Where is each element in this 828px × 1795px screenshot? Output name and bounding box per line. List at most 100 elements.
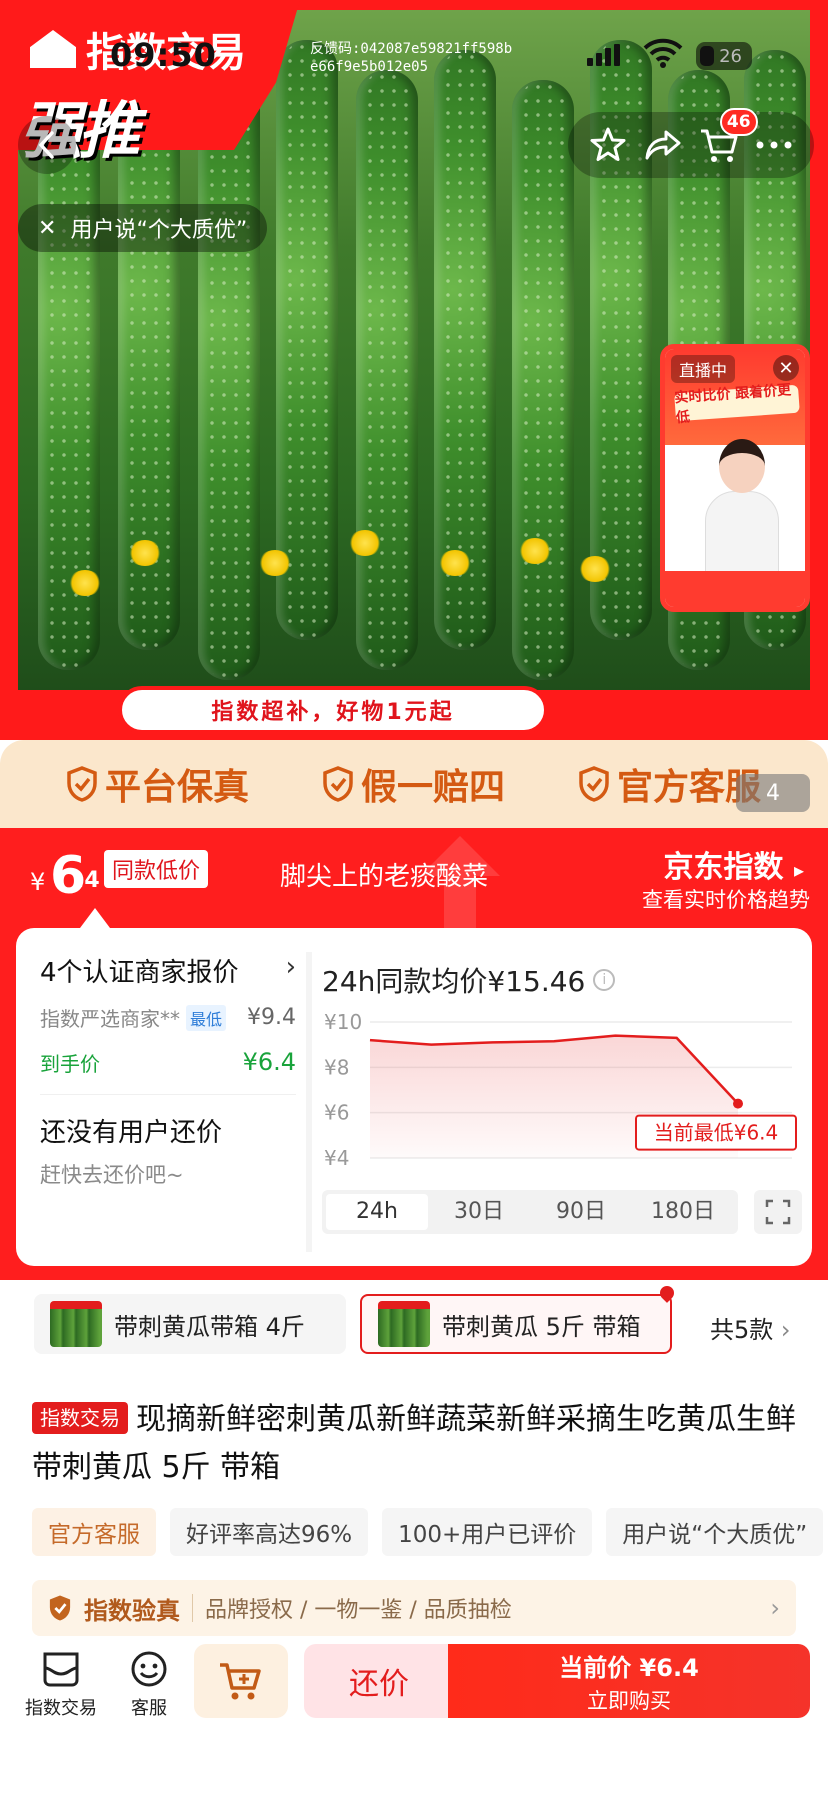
buy-now-button[interactable]: 当前价 ¥6.4 立即购买 — [448, 1644, 810, 1718]
range-tab-24h[interactable]: 24h — [326, 1194, 428, 1230]
jd-index-subtitle[interactable]: 查看实时价格趋势 — [642, 884, 810, 914]
shield-check-icon — [67, 766, 97, 802]
sku-thumbnail — [378, 1301, 430, 1347]
sku-label: 带刺黄瓜带箱 4斤 — [114, 1312, 305, 1341]
brand-tag: 指数交易 — [32, 1402, 128, 1434]
tag-positive-rate[interactable]: 好评率高达96% — [170, 1508, 369, 1556]
back-button[interactable] — [18, 116, 76, 174]
sku-selector: 带刺黄瓜带箱 4斤 带刺黄瓜 5斤 带箱 共5款 › — [0, 1280, 828, 1366]
product-page: 指数超补，好物1元起 指数交易 强推 09:50 反馈码:042087e5982… — [0, 0, 828, 1795]
sku-thumbnail — [50, 1301, 102, 1347]
product-title: 指数交易 现摘新鲜密刺黄瓜新鲜蔬菜新鲜采摘生吃黄瓜生鲜 带刺黄瓜 5斤 带箱 — [32, 1396, 812, 1492]
battery-level: 26 — [719, 45, 742, 67]
smiley-chat-icon — [131, 1651, 167, 1687]
shield-check-icon — [579, 766, 609, 802]
sku-label: 带刺黄瓜 5斤 带箱 — [442, 1312, 641, 1341]
chevron-right-icon: › — [780, 1316, 791, 1344]
price-band-product: 脚尖上的老痰酸菜 — [280, 862, 489, 892]
price-point — [733, 1098, 743, 1109]
seller-row: 指数严选商家** 最低 ¥9.4 — [40, 1003, 296, 1032]
close-icon[interactable]: ✕ — [38, 216, 56, 241]
user-tip-text: 用户说“个大质优” — [70, 218, 248, 243]
chevron-left-icon — [38, 131, 54, 159]
seller-price: ¥9.4 — [247, 1005, 296, 1030]
shop-button[interactable]: 指数交易 — [16, 1650, 106, 1720]
live-badge: 直播中 — [671, 355, 736, 383]
y-tick-label: ¥8 — [324, 1055, 349, 1079]
cart-button[interactable]: 46 — [698, 108, 758, 166]
price-trend-chart: ¥10 ¥8 ¥6 ¥4 当前最低¥6.4 — [324, 1010, 797, 1170]
chart-title-text: 24h同款均价¥15.46 — [322, 965, 586, 998]
more-dots-icon — [756, 141, 792, 149]
haggle-box[interactable]: 还没有用户还价 赶快去还价吧~ — [40, 1112, 296, 1189]
guarantee-band: 平台保真 假一赔四 官方客服 — [0, 740, 828, 828]
image-page-indicator: 4 — [736, 774, 810, 812]
authenticity-bar[interactable]: 指数验真 品牌授权 / 一物一鉴 / 品质抽检 › — [32, 1580, 796, 1636]
add-to-cart-button[interactable] — [194, 1644, 288, 1718]
haggle-button[interactable]: 还价 — [304, 1644, 454, 1718]
price-card-wrap: 4个认证商家报价 › 指数严选商家** 最低 ¥9.4 到手价 ¥6.4 还没有用… — [0, 908, 828, 1280]
y-tick-label: ¥6 — [324, 1101, 349, 1125]
buy-price: 当前价 ¥6.4 — [559, 1653, 699, 1682]
sku-more-link[interactable]: 共5款 › — [710, 1310, 791, 1345]
wifi-icon — [643, 38, 683, 68]
more-button[interactable] — [753, 124, 795, 166]
price-band: ¥ 6 .4 同款低价 脚尖上的老痰酸菜 京东指数 ▸ 查看实时价格趋势 — [0, 828, 828, 928]
price-decimal: .4 — [76, 868, 100, 893]
share-icon — [645, 130, 681, 160]
share-button[interactable] — [642, 124, 684, 166]
expand-chart-button[interactable] — [754, 1190, 802, 1234]
guarantee-item: 假一赔四 — [323, 758, 505, 810]
tag-official-service[interactable]: 官方客服 — [32, 1508, 156, 1556]
shield-check-icon — [323, 766, 353, 802]
range-tabs: 24h 30日 90日 180日 — [322, 1190, 738, 1234]
jd-index-label: 京东指数 — [663, 850, 784, 885]
subsidy-banner: 指数超补，好物1元起 — [118, 686, 548, 734]
chevron-right-icon: ▸ — [793, 858, 804, 882]
sku-more-label: 共5款 — [710, 1316, 774, 1344]
signal-icon — [587, 44, 620, 66]
live-stream-window[interactable]: 直播中 ✕ 实时比价 跟着价更低 — [660, 344, 810, 612]
guarantee-label: 平台保真 — [104, 767, 249, 808]
range-tab-30d[interactable]: 30日 — [428, 1194, 530, 1230]
fullscreen-icon — [765, 1199, 791, 1225]
lowest-tag: 最低 — [186, 1004, 227, 1031]
status-bar: 09:50 反馈码:042087e59821ff598be66f9e5b012e… — [0, 0, 828, 80]
verify-description: 品牌授权 / 一物一鉴 / 品质抽检 — [205, 1598, 512, 1623]
guarantee-item: 官方客服 — [579, 758, 761, 810]
shield-check-icon — [49, 1595, 71, 1621]
guarantee-item: 平台保真 — [67, 758, 249, 810]
range-tab-180d[interactable]: 180日 — [632, 1194, 734, 1230]
y-tick-label: ¥10 — [324, 1010, 362, 1034]
same-low-price-tag: 同款低价 — [104, 850, 209, 888]
product-title-text: 现摘新鲜密刺黄瓜新鲜蔬菜新鲜采摘生吃黄瓜生鲜 带刺黄瓜 5斤 带箱 — [32, 1402, 796, 1485]
sku-option[interactable]: 带刺黄瓜带箱 4斤 — [34, 1294, 346, 1354]
verify-title: 指数验真 — [84, 1596, 180, 1625]
jd-index-link[interactable]: 京东指数 ▸ — [664, 842, 805, 886]
product-tags: 官方客服 好评率高达96% 100+用户已评价 用户说“个大质优” — [32, 1508, 828, 1558]
user-review-tip[interactable]: ✕ 用户说“个大质优” — [18, 204, 268, 252]
range-tab-90d[interactable]: 90日 — [530, 1194, 632, 1230]
current-low-label: 当前最低¥6.4 — [654, 1121, 779, 1145]
feedback-code: 反馈码:042087e59821ff598be66f9e5b012e05 — [310, 41, 513, 75]
merchant-quotes[interactable]: 4个认证商家报价 › 指数严选商家** 最低 ¥9.4 到手价 ¥6.4 — [40, 952, 296, 1077]
tag-user-quote[interactable]: 用户说“个大质优” — [606, 1508, 824, 1556]
customer-service-button[interactable]: 客服 — [104, 1650, 194, 1720]
info-icon[interactable]: i — [593, 969, 616, 991]
seller-name: 指数严选商家** — [40, 1007, 180, 1031]
battery-icon: 26 — [696, 42, 752, 70]
chart-title: 24h同款均价¥15.46 i — [322, 960, 616, 1000]
vertical-divider — [306, 952, 312, 1252]
tag-review-count[interactable]: 100+用户已评价 — [382, 1508, 593, 1556]
add-cart-icon — [220, 1663, 261, 1700]
buy-now-label: 立即购买 — [587, 1688, 671, 1713]
net-price-row: 到手价 ¥6.4 — [40, 1048, 296, 1077]
status-time: 09:50 — [110, 36, 217, 74]
sku-option-selected[interactable]: 带刺黄瓜 5斤 带箱 — [360, 1294, 672, 1354]
host-avatar — [705, 439, 779, 579]
divider — [40, 1094, 296, 1095]
favorite-button[interactable] — [587, 124, 629, 166]
y-tick-label: ¥4 — [324, 1146, 349, 1170]
service-label: 客服 — [131, 1698, 167, 1719]
live-close-icon[interactable]: ✕ — [773, 355, 799, 381]
